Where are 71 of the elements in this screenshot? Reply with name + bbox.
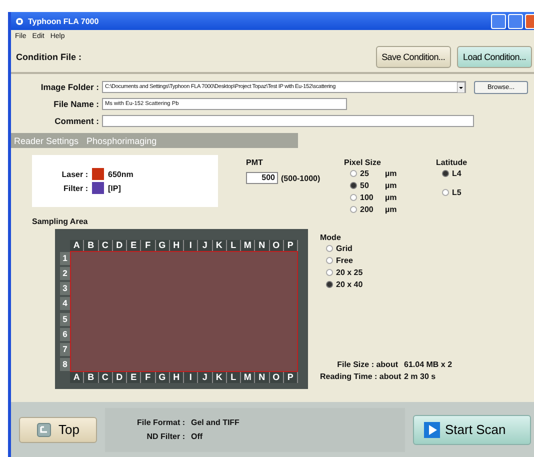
info-value: Off (191, 432, 203, 441)
pmt-range: (500-1000) (281, 174, 320, 182)
minimize-button[interactable] (491, 14, 506, 28)
play-icon (424, 422, 440, 438)
pmt-label: PMT (246, 158, 264, 167)
condition-button[interactable]: Save Condition... (376, 46, 452, 68)
field-label: Image Folder : (40, 82, 99, 92)
top-button[interactable]: Top (19, 416, 97, 442)
column-label: I (184, 372, 198, 383)
row-label: 7 (60, 342, 70, 356)
info-label: File Format : (136, 418, 185, 427)
light-value: 650nm (108, 170, 134, 178)
row-label: 2 (60, 267, 70, 280)
column-label: P (284, 372, 298, 383)
app-icon (15, 16, 24, 26)
column-label: N (255, 372, 270, 383)
condition-file-label: Condition File : (16, 52, 82, 62)
row-label: 1 (60, 252, 70, 266)
start-scan-button[interactable]: Start Scan (413, 414, 531, 444)
window-title: Typhoon FLA 7000 (28, 16, 99, 26)
radio-option[interactable]: 20 x 40 (320, 278, 452, 290)
sampling-area-label: Sampling Area (32, 217, 89, 228)
column-label: D (112, 372, 127, 383)
radio-option[interactable]: 100 µm (344, 191, 424, 203)
radio-option[interactable]: 25 µm (344, 167, 424, 179)
radio-option[interactable]: Free (320, 254, 452, 266)
column-label: A (70, 372, 84, 383)
radio-option[interactable]: 50 µm (344, 179, 424, 191)
estimate-value: 2 m 30 s (404, 372, 436, 381)
text-field[interactable] (102, 115, 474, 127)
row-label: 8 (60, 358, 70, 371)
condition-button[interactable]: Load Condition... (457, 46, 532, 68)
estimate-value: 61.04 MB x 2 (404, 360, 452, 369)
info-label: ND Filter : (146, 432, 185, 441)
info-value: Gel and TIFF (191, 418, 240, 427)
return-icon (36, 422, 51, 436)
column-label: E (127, 372, 142, 383)
column-label: O (270, 372, 284, 383)
section-title: Reader Settings (14, 136, 79, 146)
row-label: 5 (60, 312, 70, 326)
row-label: 4 (60, 297, 70, 310)
column-label: G (156, 372, 170, 383)
maximize-button[interactable] (508, 14, 523, 28)
estimate-label: File Size : about (336, 360, 398, 369)
row-label: 3 (60, 282, 70, 296)
light-value: [IP] (108, 184, 121, 192)
column-label: F (141, 372, 156, 383)
column-label: M (241, 372, 256, 383)
column-label: H (170, 372, 184, 383)
column-label: K (212, 372, 227, 383)
dropdown-arrow-icon (457, 82, 465, 92)
field-label: Comment : (54, 116, 99, 126)
group-label: Latitude (436, 158, 468, 167)
group-label: Pixel Size (344, 158, 382, 167)
radio-option[interactable]: L4 (436, 167, 470, 179)
column-label: C (98, 372, 113, 383)
row-label: 6 (60, 328, 70, 341)
radio-option[interactable]: 20 x 25 (320, 266, 452, 278)
radio-option[interactable]: L5 (436, 186, 470, 198)
group-label: Mode (320, 233, 342, 242)
section-mode: Phosphorimaging (86, 136, 157, 146)
radio-option[interactable]: 200 µm (344, 203, 424, 215)
column-label: B (84, 372, 98, 383)
column-label: J (198, 372, 212, 383)
field-label: File Name : (52, 99, 99, 109)
radio-option[interactable]: Grid (320, 242, 452, 254)
light-label: Laser : (60, 170, 88, 178)
pmt-field[interactable]: 500 (246, 172, 278, 184)
column-label: L (226, 372, 241, 383)
close-button[interactable] (525, 14, 534, 28)
light-label: Filter : (62, 184, 88, 192)
